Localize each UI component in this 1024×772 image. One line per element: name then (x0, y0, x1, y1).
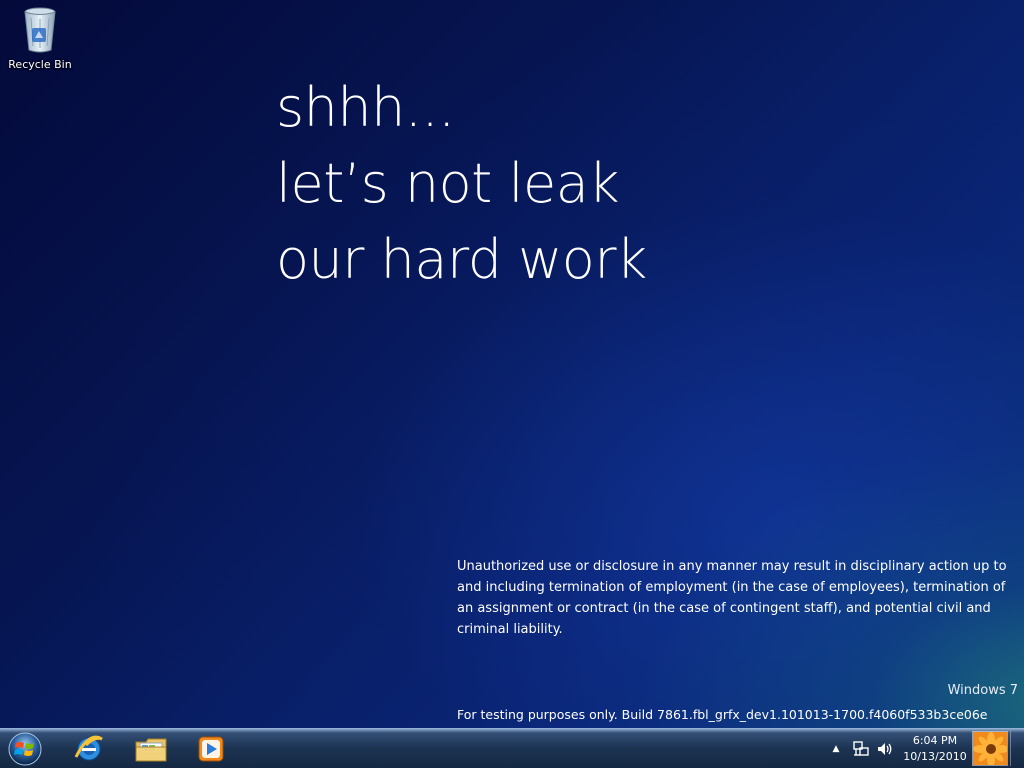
chevron-up-icon: ▲ (832, 744, 840, 754)
desktop[interactable]: Recycle Bin shhh... let’s not leak our h… (0, 0, 1024, 728)
folder-library-icon (135, 738, 167, 762)
network-icon (853, 741, 869, 756)
legal-notice: Unauthorized use or disclosure in any ma… (457, 559, 1007, 637)
tray-overflow-button[interactable]: ▲ (830, 743, 842, 755)
headline: shhh... let’s not leak our hard work (276, 70, 647, 298)
clock-time: 6:04 PM (912, 734, 958, 747)
taskbar: ▲ 6:04 PM 10/13/2010 (0, 728, 1024, 768)
desktop-icon-label: Recycle Bin (8, 58, 72, 71)
clock-date: 10/13/2010 (903, 750, 967, 763)
taskbar-windows-explorer[interactable] (124, 731, 178, 767)
taskbar-internet-explorer[interactable] (62, 731, 116, 767)
headline-line-2: let’s not leak (276, 152, 620, 215)
recycle-bin-icon (24, 7, 56, 53)
windows-orb-icon (8, 732, 42, 766)
internet-explorer-icon (74, 735, 103, 761)
tray-network-button[interactable] (852, 740, 870, 758)
tray-volume-button[interactable] (876, 740, 894, 758)
headline-line-3: our hard work (276, 228, 647, 291)
speaker-icon (878, 743, 892, 755)
build-watermark: For testing purposes only. Build 7861.fb… (457, 707, 988, 722)
os-watermark-name: Windows 7 (947, 683, 1018, 698)
taskbar-media-player[interactable] (184, 731, 238, 767)
desktop-icon-recycle-bin[interactable]: Recycle Bin (4, 6, 76, 71)
taskbar-clock[interactable]: 6:04 PM 10/13/2010 (900, 733, 970, 765)
media-player-icon (198, 736, 224, 762)
headline-line-1: shhh... (276, 76, 455, 139)
start-button[interactable] (5, 730, 45, 768)
show-desktop-button[interactable] (972, 731, 1008, 766)
flower-thumbnail-icon (973, 732, 1007, 765)
taskbar-edge (1010, 731, 1022, 766)
